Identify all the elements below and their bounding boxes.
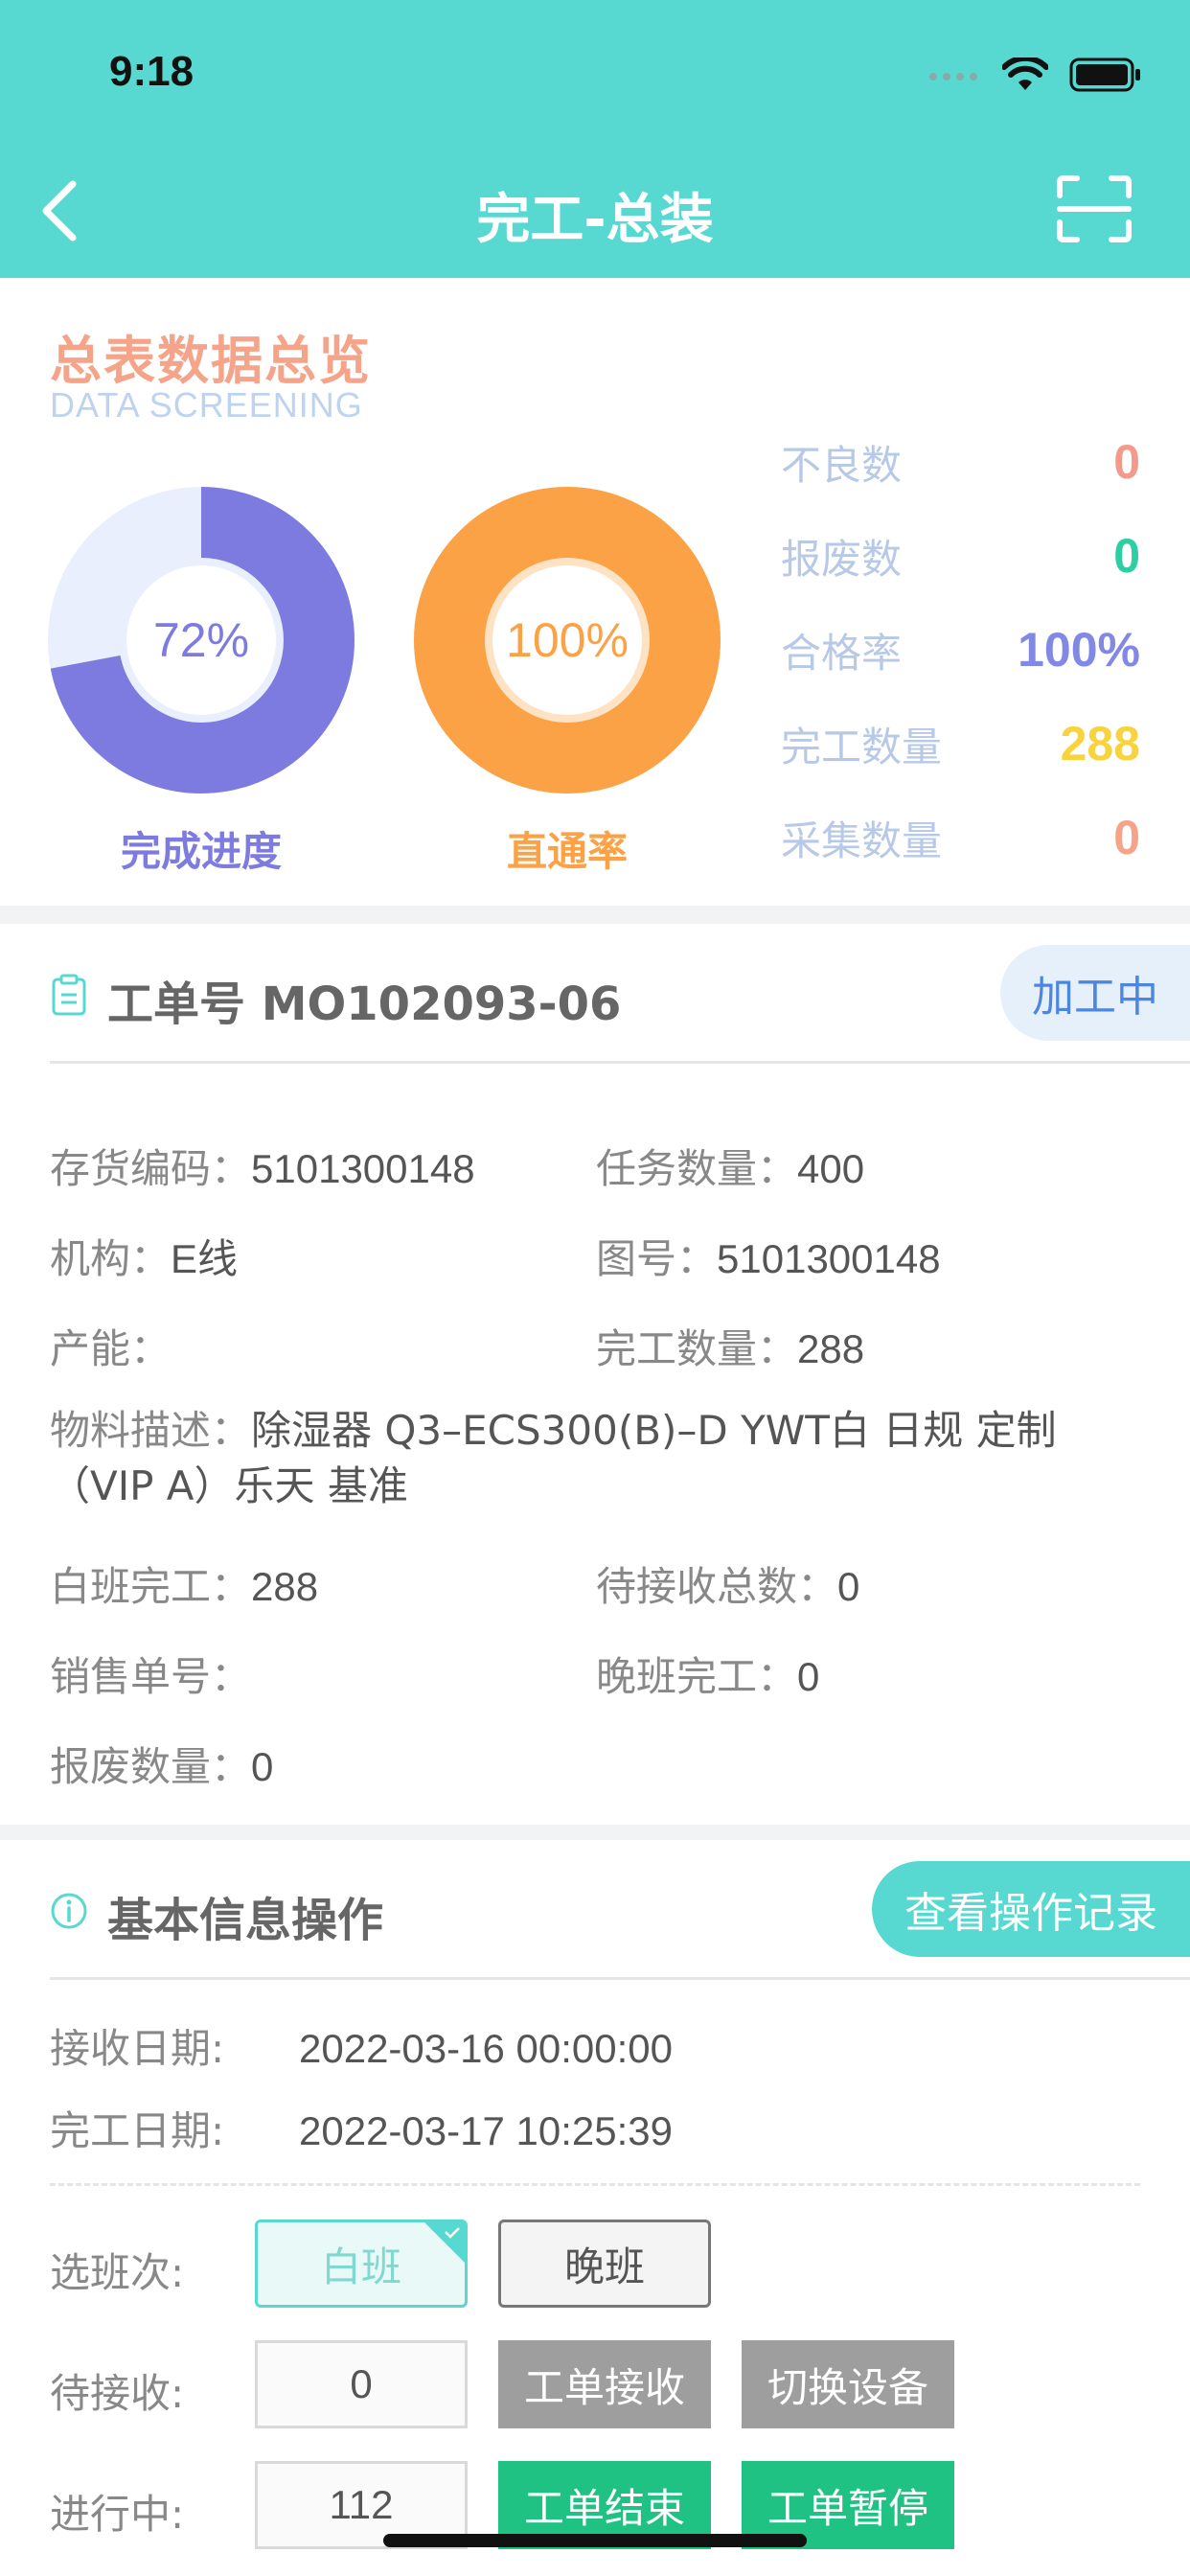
stat-value: 100% <box>1018 623 1140 677</box>
scan-icon[interactable] <box>1056 174 1133 243</box>
field-label: 任务数量： <box>596 1145 798 1192</box>
field-sales-no: 销售单号： <box>50 1644 251 1703</box>
header-bar: 9:18 完工-总装 <box>0 0 1190 278</box>
page-title: 完工-总装 <box>476 189 714 251</box>
home-indicator[interactable] <box>383 2534 807 2547</box>
overview-subtitle: DATA SCREENING <box>50 385 363 425</box>
receive-date-row: 接收日期: 2022-03-16 00:00:00 <box>50 2016 673 2075</box>
stat-pass-rate: 合格率 100% <box>781 621 1140 678</box>
switch-device-button[interactable]: 切换设备 <box>742 2340 954 2428</box>
field-value: 288 <box>797 1326 865 1371</box>
progress-ring: 72% <box>48 487 355 794</box>
wifi-icon <box>1002 58 1048 90</box>
divider <box>50 1061 1190 1064</box>
clipboard-icon <box>52 974 86 1016</box>
basic-ops-card: 基本信息操作 查看操作记录 接收日期: 2022-03-16 00:00:00 完… <box>0 1840 1190 2576</box>
field-value: 400 <box>797 1146 865 1191</box>
check-icon <box>445 2227 460 2239</box>
stat-value: 0 <box>1113 811 1140 864</box>
stat-label: 合格率 <box>781 629 903 677</box>
field-value: 288 <box>251 1564 319 1609</box>
field-org: 机构：E线 <box>50 1227 238 1285</box>
field-value: 0 <box>837 1564 860 1609</box>
finish-date-label: 完工日期: <box>50 2107 225 2154</box>
receive-date-label: 接收日期: <box>50 2025 225 2072</box>
field-label: 完工数量： <box>596 1325 798 1372</box>
in-progress-label: 进行中: <box>50 2491 185 2538</box>
divider <box>50 1977 1190 1980</box>
field-label: 白班完工： <box>50 1563 252 1610</box>
shift-label: 选班次: <box>50 2249 185 2296</box>
work-order-header: 工单号 MO102093-06 加工中 <box>0 924 1190 1064</box>
field-done-qty: 完工数量：288 <box>596 1317 864 1375</box>
field-material-desc: 物料描述：除湿器 Q3–ECS300(B)–D YWT白 日规 定制（VIP A… <box>50 1403 1152 1514</box>
field-label: 机构： <box>50 1235 172 1282</box>
progress-caption: 完成进度 <box>120 828 282 875</box>
field-value: 5101300148 <box>251 1146 475 1191</box>
field-pending-total: 待接收总数：0 <box>596 1554 859 1613</box>
view-records-button[interactable]: 查看操作记录 <box>872 1861 1190 1957</box>
overview-title: 总表数据总览 <box>50 331 372 391</box>
receive-order-button[interactable]: 工单接收 <box>498 2340 711 2428</box>
field-drawing-no: 图号：5101300148 <box>596 1227 941 1285</box>
shift-day-label: 白班 <box>320 2242 401 2290</box>
stat-label: 不良数 <box>781 441 903 489</box>
dashed-divider <box>50 2183 1140 2186</box>
stat-collect-qty: 采集数量 0 <box>781 809 1140 866</box>
status-badge: 加工中 <box>1000 945 1190 1041</box>
finish-date-row: 完工日期: 2022-03-17 10:25:39 <box>50 2099 673 2157</box>
field-task-qty: 任务数量：400 <box>596 1137 864 1195</box>
stat-label: 报废数 <box>781 535 903 583</box>
status-time: 9:18 <box>109 48 195 95</box>
field-value: E线 <box>171 1236 239 1281</box>
field-value: 5101300148 <box>717 1236 941 1281</box>
field-label: 存货编码： <box>50 1145 252 1192</box>
field-label: 物料描述： <box>50 1407 252 1454</box>
field-day-done: 白班完工：288 <box>50 1554 318 1613</box>
stat-label: 完工数量 <box>781 723 943 770</box>
status-indicators <box>927 56 1142 94</box>
finish-date-value: 2022-03-17 10:25:39 <box>299 2108 673 2153</box>
stat-value: 0 <box>1113 529 1140 583</box>
field-value: 0 <box>797 1654 820 1699</box>
pass-rate-percent: 100% <box>506 613 629 667</box>
field-inventory-code: 存货编码：5101300148 <box>50 1137 475 1195</box>
shift-night-button[interactable]: 晚班 <box>498 2220 711 2308</box>
pending-label: 待接收: <box>50 2370 185 2417</box>
receive-date-value: 2022-03-16 00:00:00 <box>299 2026 673 2071</box>
field-night-done: 晚班完工：0 <box>596 1644 819 1703</box>
field-label: 产能： <box>50 1325 172 1372</box>
stat-value: 0 <box>1113 435 1140 489</box>
basic-ops-header: 基本信息操作 查看操作记录 <box>0 1840 1190 1980</box>
stat-scrap: 报废数 0 <box>781 527 1140 585</box>
shift-day-button[interactable]: 白班 <box>255 2220 468 2308</box>
field-label: 晚班完工： <box>596 1653 798 1700</box>
pass-rate-caption: 直通率 <box>506 828 628 875</box>
battery-icon <box>1069 58 1140 92</box>
info-icon <box>51 1893 87 1929</box>
field-label: 销售单号： <box>50 1653 252 1700</box>
stat-label: 采集数量 <box>781 816 943 864</box>
pending-count-field[interactable]: 0 <box>255 2340 468 2428</box>
field-label: 报废数量： <box>50 1743 252 1790</box>
basic-ops-title: 基本信息操作 <box>107 1894 384 1947</box>
field-value: 0 <box>251 1744 274 1789</box>
shift-night-label: 晚班 <box>563 2242 645 2290</box>
pass-rate-ring: 100% <box>414 487 721 794</box>
signal-icon <box>929 73 977 80</box>
work-order-title: 工单号 MO102093-06 <box>107 978 622 1031</box>
progress-percent: 72% <box>152 613 250 667</box>
work-order-card: 工单号 MO102093-06 加工中 存货编码：5101300148 任务数量… <box>0 924 1190 1825</box>
field-capacity: 产能： <box>50 1317 171 1375</box>
stat-defect: 不良数 0 <box>781 433 1140 491</box>
field-label: 待接收总数： <box>596 1563 838 1610</box>
overview-card: 总表数据总览 DATA SCREENING 72% 完成进度 100% 直通率 … <box>0 278 1190 906</box>
stat-value: 288 <box>1060 717 1140 770</box>
stat-done-qty: 完工数量 288 <box>781 715 1140 772</box>
field-scrap-qty: 报废数量：0 <box>50 1735 273 1793</box>
field-label: 图号： <box>596 1235 718 1282</box>
